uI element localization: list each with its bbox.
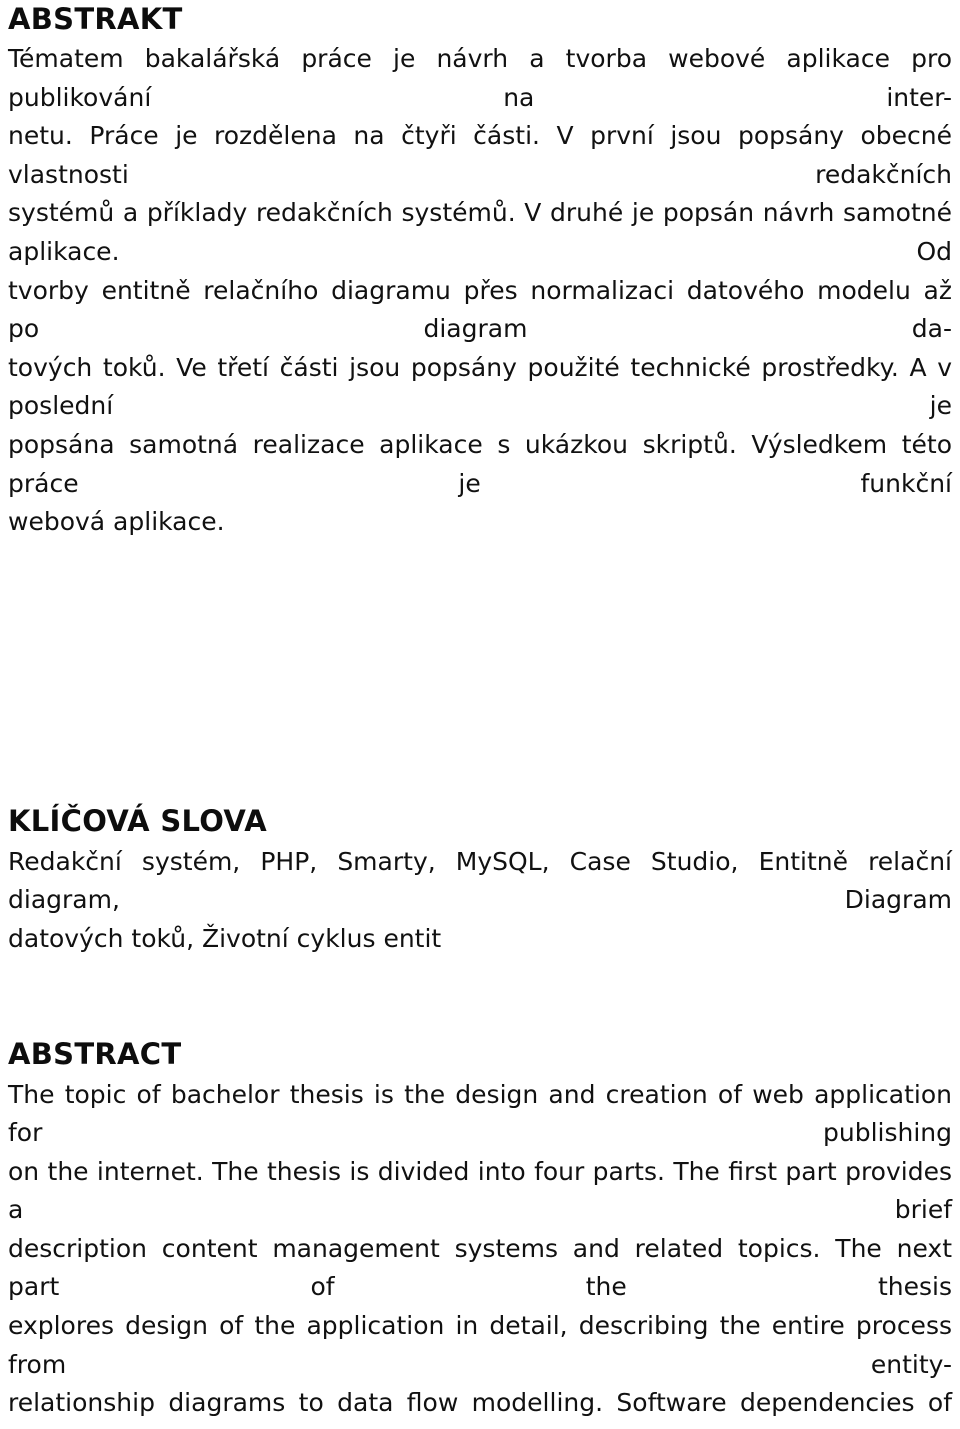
- abstrakt-heading: ABSTRAKT: [8, 2, 183, 36]
- klicova-slova-body: Redakční systém, PHP, Smarty, MySQL, Cas…: [8, 843, 952, 959]
- abstrakt-line-2: netu. Práce je rozdělena na čtyři části.…: [8, 121, 952, 189]
- abstrakt-line-3: systémů a příklady redakčních systémů. V…: [8, 198, 952, 266]
- abstrakt-line-1: Tématem bakalářská práce je návrh a tvor…: [8, 44, 952, 112]
- klicova-slova-section: KLÍČOVÁ SLOVA: [8, 804, 952, 838]
- page-content-column: ABSTRAKT Tématem bakalářská práce je náv…: [8, 0, 952, 1429]
- abstrakt-line-7: webová aplikace.: [8, 507, 225, 537]
- abstrakt-line-4: tvorby entitně relačního diagramu přes n…: [8, 275, 952, 344]
- thesis-abstract-page: ABSTRAKT Tématem bakalářská práce je náv…: [0, 0, 960, 1429]
- abstract-line-5: relationship diagrams to data flow model…: [8, 1388, 952, 1429]
- abstract-heading: ABSTRACT: [8, 1036, 182, 1071]
- abstract-line-4: explores design of the application in de…: [8, 1311, 952, 1379]
- abstract-body: The topic of bachelor thesis is the desi…: [8, 1076, 952, 1429]
- abstrakt-paragraph: Tématem bakalářská práce je návrh a tvor…: [8, 40, 952, 542]
- klicova-slova-line-1: Redakční systém, PHP, Smarty, MySQL, Cas…: [8, 846, 952, 915]
- abstract-paragraph: The topic of bachelor thesis is the desi…: [8, 1076, 952, 1429]
- abstract-line-3: description content management systems a…: [8, 1233, 952, 1302]
- klicova-slova-line-2: datových toků, Životní cyklus entit: [8, 923, 442, 953]
- abstrakt-line-5: tových toků. Ve třetí části jsou popsány…: [8, 352, 952, 421]
- abstrakt-line-6: popsána samotná realizace aplikace s uká…: [8, 429, 952, 498]
- abstract-line-2: on the internet. The thesis is divided i…: [8, 1156, 952, 1225]
- abstract-line-1: The topic of bachelor thesis is the desi…: [8, 1079, 952, 1148]
- abstrakt-section: ABSTRAKT: [8, 2, 952, 36]
- abstrakt-body: Tématem bakalářská práce je návrh a tvor…: [8, 40, 952, 542]
- abstract-section: ABSTRACT: [8, 1037, 952, 1071]
- klicova-slova-heading: KLÍČOVÁ SLOVA: [8, 803, 267, 838]
- klicova-slova-paragraph: Redakční systém, PHP, Smarty, MySQL, Cas…: [8, 843, 952, 959]
